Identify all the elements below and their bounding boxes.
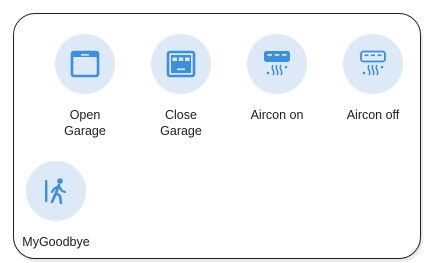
shortcut-aircon-on[interactable]: Aircon on <box>229 34 325 123</box>
shortcut-label: Open Garage <box>64 108 106 138</box>
shortcut-icon-circle <box>151 34 211 94</box>
shortcut-icon-circle <box>343 34 403 94</box>
shortcut-open-garage[interactable]: Open Garage <box>37 34 133 139</box>
open-garage-icon <box>70 50 100 78</box>
shortcut-aircon-off[interactable]: Aircon off <box>325 34 421 123</box>
shortcut-icon-circle <box>247 34 307 94</box>
shortcut-mygoodbye[interactable]: MyGoodbye <box>8 161 104 250</box>
shortcuts-widget: Open Garage Close Garage Aircon on Airco… <box>13 13 421 259</box>
walking-person-icon <box>45 178 67 205</box>
shortcut-icon-circle <box>26 161 86 221</box>
shortcut-label: Close Garage <box>160 108 202 138</box>
shortcut-label: MyGoodbye <box>22 235 90 249</box>
aircon-on-icon <box>264 51 290 76</box>
shortcut-icon-circle <box>55 34 115 94</box>
shortcut-close-garage[interactable]: Close Garage <box>133 34 229 139</box>
close-garage-icon <box>166 50 196 78</box>
aircon-off-icon <box>360 50 386 76</box>
shortcut-label: Aircon off <box>346 108 400 122</box>
shortcut-label: Aircon on <box>250 108 304 122</box>
